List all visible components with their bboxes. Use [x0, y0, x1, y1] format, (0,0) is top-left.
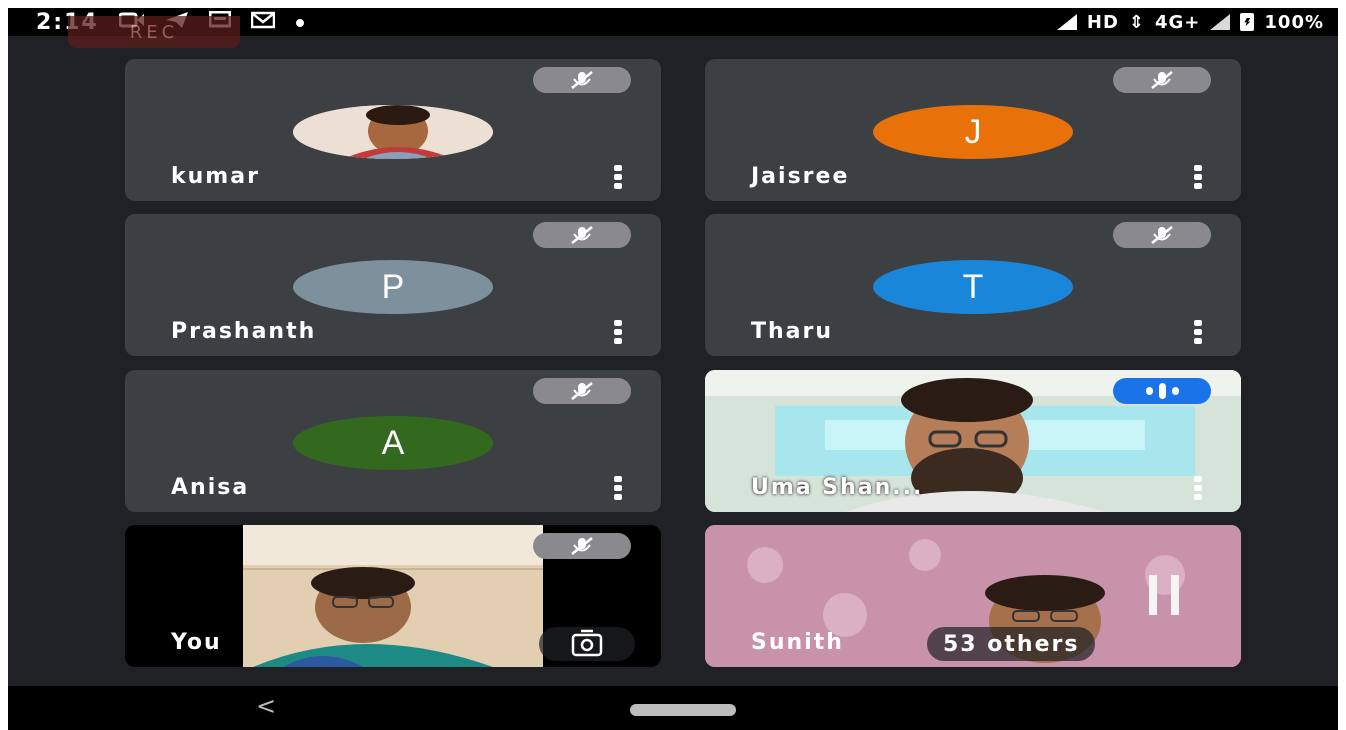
participant-tile-you[interactable]: You: [125, 525, 661, 667]
meet-screen: 2:14 HD ⇕ 4G+ 100%: [8, 8, 1338, 730]
mic-off-icon: [533, 222, 631, 248]
participant-name: Tharu: [751, 319, 834, 344]
navigation-bar: <: [8, 686, 1338, 730]
participant-tile-jaisree[interactable]: J Jaisree: [705, 59, 1241, 201]
participant-tile-others[interactable]: Sunith 53 others: [705, 525, 1241, 667]
avatar-initial: T: [873, 260, 1073, 314]
rec-badge: REC: [68, 16, 240, 48]
gmail-icon: [250, 11, 275, 34]
mic-off-icon: [1113, 222, 1211, 248]
battery-percent: 100%: [1264, 11, 1324, 33]
avatar-initial: A: [293, 416, 493, 470]
participant-tile-kumar[interactable]: kumar: [125, 59, 661, 201]
avatar-initial: J: [873, 105, 1073, 159]
mic-off-icon: [1113, 67, 1211, 93]
others-chip[interactable]: 53 others: [927, 627, 1096, 661]
more-vert-icon[interactable]: [1193, 165, 1203, 189]
participant-tile-tharu[interactable]: T Tharu: [705, 214, 1241, 356]
network-label: HD: [1086, 11, 1119, 33]
more-vert-icon[interactable]: [613, 320, 623, 344]
network-type-label: 4G+: [1155, 11, 1201, 33]
mic-off-icon: [533, 533, 631, 559]
audio-level-icon: [1113, 378, 1211, 404]
data-arrows-icon: ⇕: [1128, 11, 1145, 33]
participant-tile-prashanth[interactable]: P Prashanth: [125, 214, 661, 356]
participant-name: Sunith: [751, 630, 844, 655]
avatar-initial: P: [293, 260, 493, 314]
more-vert-icon[interactable]: [1193, 320, 1203, 344]
signal-2-icon: [1210, 14, 1231, 30]
home-pill[interactable]: [630, 704, 736, 716]
participant-name: You: [171, 630, 222, 655]
back-button[interactable]: <: [256, 692, 276, 720]
participant-name: Prashanth: [171, 319, 317, 344]
mic-off-icon: [533, 378, 631, 404]
avatar-photo: [293, 105, 493, 159]
participant-tile-anisa[interactable]: A Anisa: [125, 370, 661, 512]
participant-name: Jaisree: [751, 164, 850, 189]
participant-name: kumar: [171, 164, 260, 189]
others-count: 53 others: [943, 631, 1080, 657]
self-video-feed: [243, 525, 543, 667]
participant-name: Uma Shan...: [751, 475, 924, 500]
participant-tile-uma[interactable]: Uma Shan...: [705, 370, 1241, 512]
signal-icon: [1056, 14, 1077, 30]
switch-camera-icon[interactable]: [539, 627, 635, 661]
battery-icon: [1240, 13, 1255, 31]
participant-name: Anisa: [171, 475, 250, 500]
more-vert-icon[interactable]: [1193, 476, 1203, 500]
mic-off-icon: [533, 67, 631, 93]
notification-dot-icon: [295, 12, 305, 33]
more-vert-icon[interactable]: [613, 476, 623, 500]
more-vert-icon[interactable]: [613, 165, 623, 189]
